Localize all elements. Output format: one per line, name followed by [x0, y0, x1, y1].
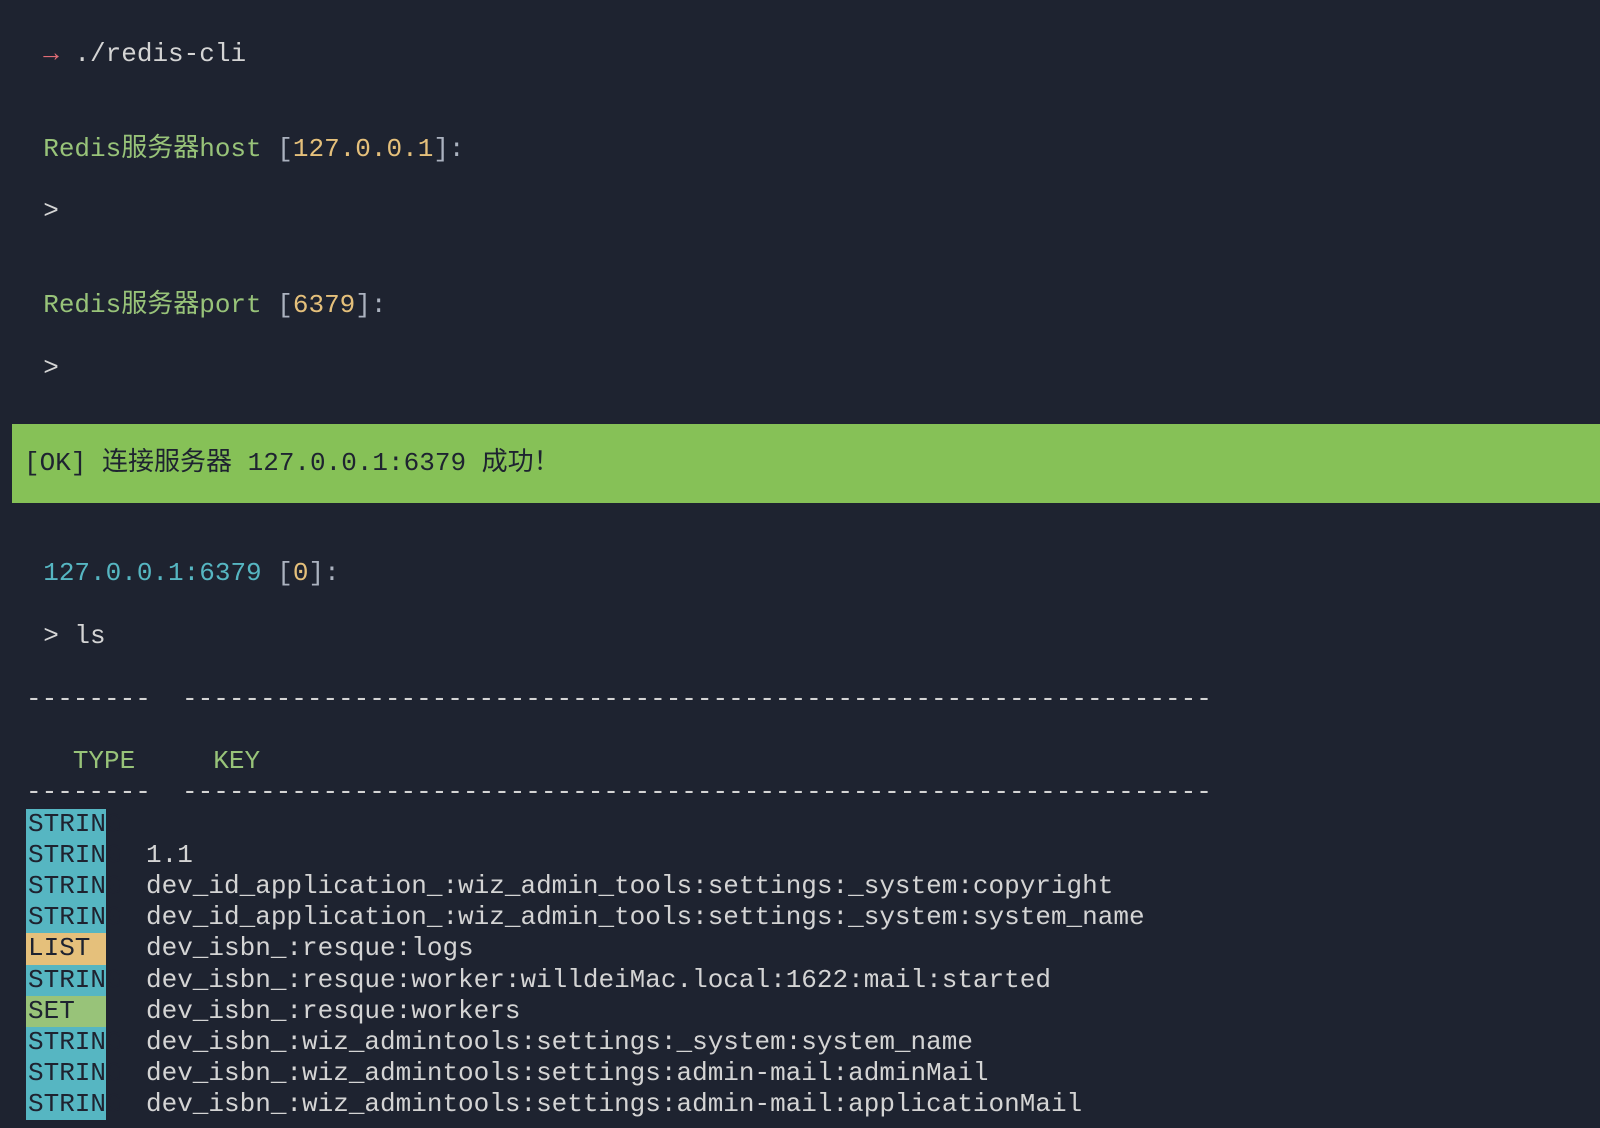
- cli-prompt-line: 127.0.0.1:6379 [0]:: [0, 527, 1600, 589]
- table-row[interactable]: STRINGdev_isbn_:resque:worker:willdeiMac…: [0, 965, 1600, 996]
- header-key: KEY: [135, 746, 260, 776]
- key-text: [106, 809, 146, 840]
- table-row[interactable]: SETdev_isbn_:resque:workers: [0, 996, 1600, 1027]
- host-prompt-line: Redis服务器host [127.0.0.1]:: [0, 102, 1600, 164]
- table-row[interactable]: LISTdev_isbn_:resque:logs: [0, 933, 1600, 964]
- type-badge: STRING: [26, 1089, 106, 1120]
- table-divider-top: -------- -------------------------------…: [0, 684, 1600, 715]
- header-type: TYPE: [57, 746, 135, 776]
- port-label: Redis服务器port: [43, 290, 261, 320]
- success-message: [OK] 连接服务器 127.0.0.1:6379 成功！: [24, 448, 560, 478]
- type-badge: STRING: [26, 965, 106, 996]
- port-value: 6379: [293, 290, 355, 320]
- host-input-line[interactable]: >: [0, 165, 1600, 227]
- bracket-open: [: [262, 558, 293, 588]
- input-caret: >: [43, 353, 59, 383]
- table-row[interactable]: STRINGdev_isbn_:wiz_admintools:settings:…: [0, 1089, 1600, 1120]
- type-badge: STRING: [26, 871, 106, 902]
- host-label: Redis服务器host: [43, 134, 261, 164]
- table-row[interactable]: STRINGdev_isbn_:wiz_admintools:settings:…: [0, 1058, 1600, 1089]
- table-divider-bottom: -------- -------------------------------…: [0, 777, 1600, 808]
- key-text: dev_isbn_:wiz_admintools:settings:_syste…: [106, 1027, 973, 1058]
- table-row[interactable]: STRING1.1: [0, 840, 1600, 871]
- cli-host: 127.0.0.1:6379: [43, 558, 261, 588]
- type-badge: STRING: [26, 840, 106, 871]
- bracket-close: ]:: [308, 558, 339, 588]
- key-text: dev_id_application_:wiz_admin_tools:sett…: [106, 871, 1113, 902]
- type-badge: STRING: [26, 1058, 106, 1089]
- command-text: ./redis-cli: [59, 39, 246, 69]
- ls-command: > ls: [43, 621, 105, 651]
- success-banner: [OK] 连接服务器 127.0.0.1:6379 成功！: [12, 424, 1600, 503]
- type-badge: STRING: [26, 809, 106, 840]
- key-text: dev_isbn_:resque:worker:willdeiMac.local…: [106, 965, 1051, 996]
- cli-db: 0: [293, 558, 309, 588]
- key-text: dev_isbn_:resque:workers: [106, 996, 520, 1027]
- table-row[interactable]: STRINGdev_id_application_:wiz_admin_tool…: [0, 902, 1600, 933]
- table-row[interactable]: STRINGdev_isbn_:wiz_admintools:settings:…: [0, 1027, 1600, 1058]
- table-row[interactable]: STRING: [0, 809, 1600, 840]
- bracket-close: ]:: [355, 290, 386, 320]
- key-text: dev_isbn_:wiz_admintools:settings:admin-…: [106, 1089, 1082, 1120]
- bracket-close: ]:: [433, 134, 464, 164]
- type-badge: STRING: [26, 902, 106, 933]
- input-caret: >: [43, 196, 59, 226]
- terminal-command-line: → ./redis-cli: [0, 8, 1600, 70]
- port-input-line[interactable]: >: [0, 322, 1600, 384]
- key-text: dev_isbn_:resque:logs: [106, 933, 474, 964]
- key-text: dev_id_application_:wiz_admin_tools:sett…: [106, 902, 1145, 933]
- port-prompt-line: Redis服务器port [6379]:: [0, 259, 1600, 321]
- prompt-arrow: →: [43, 39, 59, 69]
- bracket-open: [: [262, 134, 293, 164]
- key-text: dev_isbn_:wiz_admintools:settings:admin-…: [106, 1058, 989, 1089]
- type-badge: LIST: [26, 933, 106, 964]
- host-value: 127.0.0.1: [293, 134, 433, 164]
- type-badge: SET: [26, 996, 106, 1027]
- table-header: TYPE KEY: [0, 715, 1600, 777]
- key-text: 1.1: [106, 840, 193, 871]
- ls-command-line[interactable]: > ls: [0, 589, 1600, 651]
- type-badge: STRING: [26, 1027, 106, 1058]
- table-row[interactable]: STRINGdev_id_application_:wiz_admin_tool…: [0, 871, 1600, 902]
- bracket-open: [: [262, 290, 293, 320]
